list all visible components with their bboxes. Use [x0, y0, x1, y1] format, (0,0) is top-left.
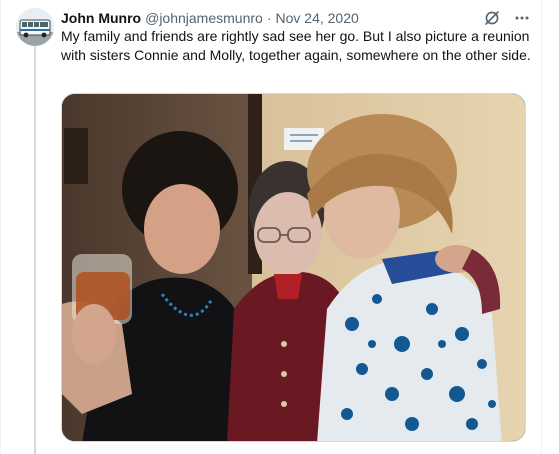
- left-divider: [0, 0, 1, 454]
- tweet-date[interactable]: Nov 24, 2020: [276, 10, 359, 26]
- tweet-container: John Munro @johnjamesmunro · Nov 24, 202…: [0, 0, 559, 454]
- photo-image: [62, 94, 525, 441]
- tweet-photo[interactable]: [61, 93, 526, 442]
- author-handle[interactable]: @johnjamesmunro: [145, 10, 263, 26]
- avatar[interactable]: [16, 8, 54, 46]
- author-name[interactable]: John Munro: [61, 10, 141, 26]
- header-actions: [483, 8, 531, 28]
- grok-icon[interactable]: [483, 9, 501, 27]
- tweet-text: My family and friends are rightly sad se…: [61, 28, 531, 63]
- header-separator: ·: [266, 10, 272, 26]
- more-options-icon[interactable]: [513, 9, 531, 27]
- tweet-header: John Munro @johnjamesmunro · Nov 24, 202…: [61, 9, 359, 27]
- scroll-gutter: [542, 0, 559, 454]
- thread-line: [34, 46, 36, 454]
- bus-avatar-image: [16, 8, 54, 46]
